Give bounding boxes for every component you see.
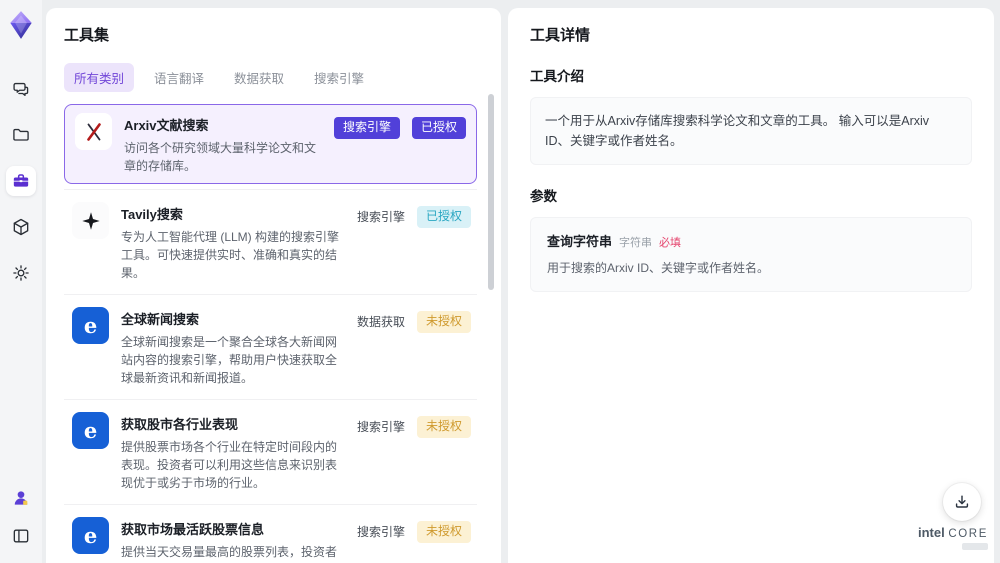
tool-category-tag: 搜索引擎 [356, 525, 405, 540]
category-tab-1[interactable]: 语言翻译 [144, 63, 214, 92]
tool-name: 获取股市各行业表现 [121, 417, 239, 432]
tool-category-tag: 搜索引擎 [333, 117, 400, 139]
news-icon: e [72, 307, 109, 344]
tool-description: 访问各个研究领域大量科学论文和文章的存储库。 [124, 141, 317, 173]
tavily-icon [72, 202, 109, 239]
tool-card-1[interactable]: Tavily搜索 专为人工智能代理 (LLM) 构建的搜索引擎工具。可快速提供实… [64, 189, 477, 294]
details-title: 工具详情 [530, 27, 591, 44]
tool-description: 专为人工智能代理 (LLM) 构建的搜索引擎工具。可快速提供实时、准确和真实的结… [121, 230, 340, 280]
tool-description: 全球新闻搜索是一个聚合全球各大新闻网站内容的搜索引擎，帮助用户快速获取全球最新资… [121, 335, 338, 385]
app-logo-icon[interactable] [8, 10, 34, 40]
tool-details-panel: 工具详情 工具介绍 一个用于从Arxiv存储库搜索科学论文和文章的工具。 输入可… [508, 8, 994, 563]
tool-status-badge: 已授权 [411, 117, 466, 139]
stock-icon: e [72, 412, 109, 449]
sidebar-item-cube-icon[interactable] [6, 212, 36, 242]
sidebar-item-chat-icon[interactable] [6, 74, 36, 104]
tool-card-0[interactable]: Arxiv文献搜索 访问各个研究领域大量科学论文和文章的存储库。 搜索引擎 已授… [64, 104, 477, 184]
tool-category-tag: 搜索引擎 [356, 420, 405, 435]
params-heading: 参数 [530, 189, 557, 204]
tool-card-3[interactable]: e 获取股市各行业表现 提供股票市场各个行业在特定时间段内的表现。投资者可以利用… [64, 399, 477, 504]
list-scrollbar[interactable] [488, 94, 494, 290]
tool-name: 获取市场最活跃股票信息 [121, 522, 265, 537]
intro-text: 一个用于从Arxiv存储库搜索科学论文和文章的工具。 输入可以是Arxiv ID… [530, 97, 972, 165]
tool-list: Arxiv文献搜索 访问各个研究领域大量科学论文和文章的存储库。 搜索引擎 已授… [64, 104, 477, 563]
tool-description: 提供股票市场各个行业在特定时间段内的表现。投资者可以利用这些信息来识别表现优于或… [121, 440, 338, 490]
parameter-description: 用于搜索的Arxiv ID、关键字或作者姓名。 [547, 261, 770, 275]
sidebar-item-avatar-icon[interactable] [6, 483, 36, 513]
parameter-name: 查询字符串 [547, 234, 613, 249]
parameter-type: 字符串 [619, 237, 653, 249]
tool-status-badge: 未授权 [416, 311, 471, 333]
tool-card-4[interactable]: e 获取市场最活跃股票信息 提供当天交易量最高的股票列表，投资者可以利用这些信息… [64, 504, 477, 563]
parameter-header: 查询字符串 字符串 必填 [547, 231, 955, 250]
category-tab-2[interactable]: 数据获取 [224, 63, 294, 92]
category-tab-0[interactable]: 所有类别 [64, 63, 135, 92]
main-content: 工具集 所有类别 语言翻译 数据获取 搜索引擎 Arxiv文献搜索 访问各个研究领域大… [42, 0, 1000, 563]
brand-ultra-badge [962, 543, 988, 550]
arxiv-icon [75, 113, 112, 150]
category-tabs: 所有类别 语言翻译 数据获取 搜索引擎 [64, 63, 477, 92]
parameter-required-flag: 必填 [659, 237, 682, 249]
stock-icon: e [72, 517, 109, 554]
tool-description: 提供当天交易量最高的股票列表，投资者可以利用这些信息来识别流动性强的股票和潜在的… [121, 545, 338, 559]
sidebar-item-gear-icon[interactable] [6, 258, 36, 288]
tool-status-badge: 未授权 [416, 521, 471, 543]
toolkit-title: 工具集 [64, 27, 110, 44]
app-window: 工具集 所有类别 语言翻译 数据获取 搜索引擎 Arxiv文献搜索 访问各个研究领域大… [0, 0, 1000, 563]
tool-status-badge: 已授权 [416, 206, 471, 228]
sidebar-item-folder-icon[interactable] [6, 120, 36, 150]
download-button[interactable] [943, 483, 981, 521]
parameter-card: 查询字符串 字符串 必填 用于搜索的Arxiv ID、关键字或作者姓名。 [530, 217, 972, 292]
intel-core-logo: intel core [918, 525, 988, 550]
intro-heading: 工具介绍 [530, 69, 584, 84]
tool-category-tag: 搜索引擎 [356, 210, 405, 225]
toolkit-panel: 工具集 所有类别 语言翻译 数据获取 搜索引擎 Arxiv文献搜索 访问各个研究领域大… [46, 8, 501, 563]
tool-name: Arxiv文献搜索 [124, 118, 209, 133]
tool-name: Tavily搜索 [121, 207, 183, 222]
brand-intel-text: intel [918, 525, 945, 540]
sidebar-item-panel-toggle-icon[interactable] [6, 521, 36, 551]
category-tab-3[interactable]: 搜索引擎 [304, 63, 374, 92]
tool-name: 全球新闻搜索 [121, 312, 200, 327]
sidebar-item-briefcase-icon[interactable] [6, 166, 36, 196]
tool-status-badge: 未授权 [416, 416, 471, 438]
tool-category-tag: 数据获取 [356, 315, 405, 330]
brand-core-text: core [948, 528, 988, 540]
icon-rail [0, 0, 42, 563]
tool-card-2[interactable]: e 全球新闻搜索 全球新闻搜索是一个聚合全球各大新闻网站内容的搜索引擎，帮助用户… [64, 294, 477, 399]
